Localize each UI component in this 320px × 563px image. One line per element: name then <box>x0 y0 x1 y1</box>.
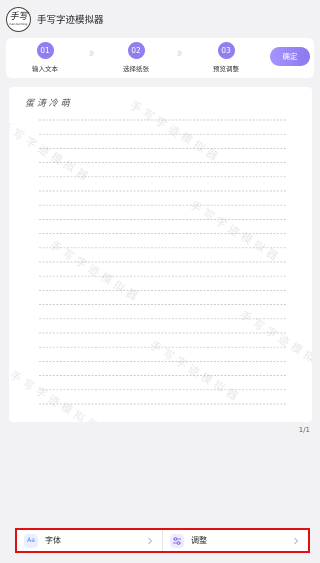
font-icon: Aa <box>24 533 38 548</box>
watermark-layer: 手写字迹模拟器 手写字迹模拟器手写字迹模拟器手写字迹模拟器手写字迹模拟器 手写字迹模… <box>9 98 312 422</box>
step-number: 01 <box>36 42 54 59</box>
step-separator-icon: 》》 <box>89 51 97 58</box>
chevron-right-icon <box>294 537 299 544</box>
font-option-label: 字体 <box>45 536 61 545</box>
watermark-text: 手写字迹模拟器 <box>147 338 243 406</box>
step-number: 03 <box>217 42 235 59</box>
paper-canvas: 手写字迹模拟器 手写字迹模拟器手写字迹模拟器手写字迹模拟器手写字迹模拟器 手写字迹模… <box>9 98 312 422</box>
step-label: 输入文本 <box>32 65 58 73</box>
watermark-text: 手写字迹模拟器 <box>187 198 283 266</box>
app-header: 手写 handwriting 手写字迹模拟器 <box>0 0 320 38</box>
chevron-right-icon <box>148 537 153 544</box>
logo-subtext: handwriting <box>9 21 28 26</box>
step-select-paper[interactable]: 02 选择纸张 <box>106 42 166 73</box>
adjust-option-label: 调整 <box>191 536 207 545</box>
step-number: 02 <box>127 42 145 59</box>
watermark-text: 手写字迹模拟器 <box>9 118 94 186</box>
step-preview-adjust[interactable]: 03 预览调整 <box>196 42 256 73</box>
step-input-text[interactable]: 01 输入文本 <box>15 42 75 73</box>
app-logo: 手写 handwriting <box>6 6 31 32</box>
step-label: 选择纸张 <box>123 65 149 73</box>
adjust-option-button[interactable]: 调整 <box>162 530 308 551</box>
step-label: 预览调整 <box>213 65 239 73</box>
steps-card: 01 输入文本 》》 02 选择纸张 》》 03 预览调整 确定 <box>6 38 314 78</box>
watermark-text: 手写字迹模拟器 <box>237 308 312 376</box>
bottom-toolbar: Aa 字体 调整 <box>15 528 310 553</box>
confirm-button[interactable]: 确定 <box>270 47 310 66</box>
sliders-icon <box>170 533 184 548</box>
page-counter: 1/1 <box>298 426 310 434</box>
font-option-button[interactable]: Aa 字体 <box>17 530 162 551</box>
handwritten-text: 蛋 涛 冷 萌 <box>25 98 72 109</box>
watermark-text: 手写字迹模拟器 <box>127 98 223 166</box>
step-separator-icon: 》》 <box>177 51 185 58</box>
paper-preview[interactable]: 手写字迹模拟器 手写字迹模拟器 手写字迹模拟器 手写字迹模拟器 手写字迹模拟器 手写字迹模… <box>9 87 312 422</box>
app-title: 手写字迹模拟器 <box>37 15 104 26</box>
logo-text: 手写 <box>9 11 28 22</box>
